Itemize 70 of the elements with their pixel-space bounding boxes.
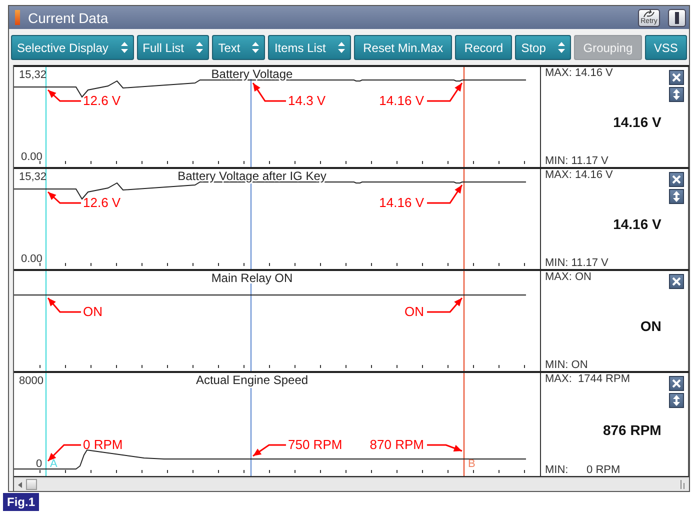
updown-icon: [558, 42, 566, 53]
max-reading: MAX: 1744 RPM: [545, 373, 631, 385]
reorder-button[interactable]: [668, 189, 684, 204]
updown-icon: [196, 42, 204, 53]
callout-label: 870 RPM: [370, 437, 424, 452]
callout-label: 14.3 V: [288, 93, 326, 108]
restore-button[interactable]: [668, 8, 686, 26]
figure-label: Fig.1: [3, 493, 40, 511]
toolbar-button[interactable]: Selective Display: [11, 35, 134, 60]
scale-max: 8000: [19, 375, 44, 387]
callout-arrow: [47, 298, 81, 313]
current-value: 14.16 V: [613, 216, 662, 232]
toolbar-button[interactable]: Full List: [136, 35, 210, 60]
callout-label: 0 RPM: [83, 437, 123, 452]
current-value: 14.16 V: [613, 114, 662, 130]
signal-title: Battery Voltage after IG Key: [178, 169, 326, 183]
callout-label: 14.16 V: [379, 195, 424, 210]
callout-label: 750 RPM: [288, 437, 342, 452]
callout-arrow: [252, 444, 286, 457]
min-reading: MIN: 0 RPM: [545, 464, 622, 476]
cursor-marker: B: [468, 458, 476, 470]
reorder-button[interactable]: [668, 393, 684, 408]
current-value: ON: [640, 318, 662, 334]
window-title: Current Data: [28, 10, 110, 26]
scale-min: 0.00: [21, 151, 42, 163]
callout-arrow: [427, 82, 463, 102]
toolbar-button[interactable]: Items List: [268, 35, 352, 60]
reorder-button[interactable]: [668, 87, 684, 102]
signal-title: Main Relay ON: [211, 271, 293, 285]
horizontal-scrollbar[interactable]: [14, 477, 689, 491]
toolbar-button[interactable]: Reset Min.Max: [354, 35, 452, 60]
updown-icon: [252, 42, 260, 53]
close-button[interactable]: [668, 172, 684, 187]
cursor-marker: A: [50, 458, 58, 470]
callout-label: 14.16 V: [379, 93, 424, 108]
min-reading: MIN: 11.17 V: [545, 155, 610, 167]
close-button[interactable]: [668, 274, 684, 289]
resize-grip-icon[interactable]: [680, 480, 686, 489]
toolbar-button[interactable]: VSS: [644, 35, 687, 60]
callout-arrow: [427, 184, 463, 204]
scale-min: 0.00: [21, 253, 42, 265]
min-reading: MIN: ON: [545, 359, 589, 371]
signal-title: Actual Engine Speed: [196, 373, 308, 387]
callout-label: ON: [83, 304, 102, 319]
close-button[interactable]: [668, 376, 684, 391]
toolbar-button[interactable]: Stop: [515, 35, 572, 60]
callout-arrow: [427, 444, 462, 452]
toolbar-button[interactable]: Record: [455, 35, 512, 60]
callout-arrow: [252, 82, 286, 102]
toolbar-button[interactable]: Text: [212, 35, 266, 60]
callout-arrow: [48, 89, 81, 102]
callout-label: ON: [404, 304, 424, 319]
callout-label: 12.6 V: [83, 93, 121, 108]
max-reading: MAX: 14.16 V: [545, 67, 614, 79]
callout-arrow: [427, 298, 463, 313]
scale-min: 0: [36, 458, 42, 470]
max-reading: MAX: ON: [545, 271, 592, 283]
close-button[interactable]: [668, 70, 684, 85]
scroll-thumb[interactable]: [26, 479, 37, 490]
left-arrow-icon[interactable]: [18, 482, 22, 488]
max-reading: MAX: 14.16 V: [545, 169, 614, 181]
signal-title: Battery Voltage: [211, 67, 293, 81]
updown-icon: [338, 42, 346, 53]
refresh-icon: [642, 10, 656, 18]
current-value: 876 RPM: [602, 422, 662, 438]
min-reading: MIN: 11.17 V: [545, 257, 610, 269]
updown-icon: [120, 42, 128, 53]
callout-label: 12.6 V: [83, 195, 121, 210]
app-icon: [15, 10, 20, 25]
callout-arrow: [48, 191, 81, 204]
